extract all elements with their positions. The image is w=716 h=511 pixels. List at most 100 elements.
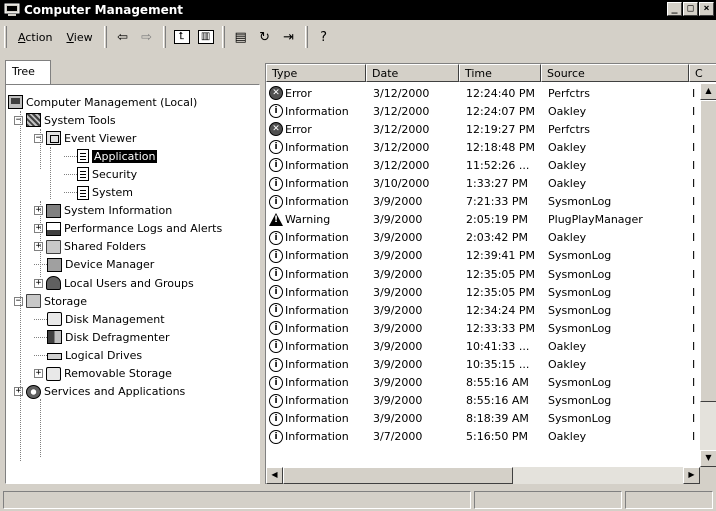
cell-time: 12:19:27 PM	[466, 122, 536, 136]
show-hide-tree-icon[interactable]: ▥	[196, 27, 216, 47]
column-header-source[interactable]: Source	[541, 64, 689, 82]
table-row[interactable]: Warning 3/9/2000 2:05:19 PM PlugPlayManager…	[266, 211, 700, 229]
table-row[interactable]: i Information 3/10/2000 1:33:27 PM Oakley I	[266, 175, 700, 193]
cell-source: Oakley	[548, 140, 587, 154]
cell-type: i Information	[266, 285, 366, 300]
collapse-icon[interactable]: −	[34, 133, 43, 143]
scroll-left-button[interactable]: ◀	[266, 467, 283, 484]
scroll-right-button[interactable]: ▶	[683, 467, 700, 484]
back-arrow-icon[interactable]: ⇦	[113, 27, 133, 47]
column-header-time[interactable]: Time	[459, 64, 541, 82]
tree-item-disk-management[interactable]: Disk Management	[34, 310, 165, 328]
help-icon[interactable]: ?	[314, 27, 334, 47]
table-row[interactable]: i Information 3/9/2000 12:33:33 PM SysmonLog…	[266, 319, 700, 337]
scroll-down-button[interactable]: ▼	[700, 450, 716, 467]
tree-item-removable-storage[interactable]: + Removable Storage	[34, 365, 172, 383]
collapse-icon[interactable]: −	[14, 115, 23, 125]
cell-date: 3/12/2000	[373, 122, 430, 136]
title-bar[interactable]: Computer Management _ □ ×	[0, 0, 716, 20]
table-row[interactable]: i Information 3/9/2000 12:39:41 PM SysmonLog…	[266, 247, 700, 265]
information-icon: i	[269, 429, 283, 444]
tree-item-services-and-applications[interactable]: + Services and Applications	[14, 383, 185, 401]
table-row[interactable]: i Information 3/12/2000 12:24:07 PM Oakley I	[266, 102, 700, 120]
expand-icon[interactable]: +	[14, 387, 23, 397]
expand-icon[interactable]: +	[34, 224, 43, 234]
cell-date: 3/9/2000	[373, 231, 423, 245]
tree-item-security[interactable]: Security	[64, 165, 137, 183]
cell-date: 3/9/2000	[373, 213, 423, 227]
tree-item-device-manager[interactable]: Device Manager	[34, 256, 154, 274]
export-list-icon[interactable]: ⇥	[279, 27, 299, 47]
table-row[interactable]: i Information 3/9/2000 7:21:33 PM SysmonLog I	[266, 193, 700, 211]
expand-icon[interactable]: +	[34, 242, 43, 252]
menu-action-rest: ction	[25, 30, 53, 44]
toolbar-grip[interactable]	[4, 26, 7, 48]
information-icon: i	[269, 140, 283, 155]
tree-item-computer-management-local[interactable]: Computer Management (Local)	[8, 93, 197, 111]
tree-item-system[interactable]: System	[64, 184, 133, 202]
table-row[interactable]: i Information 3/9/2000 8:55:16 AM SysmonLog I	[266, 392, 700, 410]
tree-item-shared-folders[interactable]: + Shared Folders	[34, 238, 146, 256]
table-row[interactable]: i Information 3/9/2000 2:03:42 PM Oakley I	[266, 229, 700, 247]
collapse-icon[interactable]: −	[14, 296, 23, 306]
column-header-category[interactable]: C	[689, 64, 716, 82]
cell-source: Oakley	[548, 158, 587, 172]
tree-item-label: Removable Storage	[64, 367, 172, 380]
expand-icon[interactable]: +	[34, 206, 43, 216]
tree-item-event-viewer[interactable]: − Event Viewer	[34, 129, 136, 147]
table-row[interactable]: ✕ Error 3/12/2000 12:24:40 PM Perfctrs I	[266, 84, 700, 102]
cell-date: 3/12/2000	[373, 140, 430, 154]
menu-view[interactable]: View	[59, 31, 99, 44]
tree-item-performance-logs-and-alerts[interactable]: + Performance Logs and Alerts	[34, 220, 222, 238]
tree-item-label: System	[92, 186, 134, 199]
menu-action[interactable]: Action	[11, 31, 59, 44]
tree-item-application[interactable]: Application	[64, 147, 158, 165]
table-row[interactable]: i Information 3/9/2000 12:35:05 PM SysmonLog…	[266, 265, 700, 283]
table-row[interactable]: i Information 3/9/2000 8:18:39 AM SysmonLog I	[266, 410, 700, 428]
table-row[interactable]: i Information 3/7/2000 5:16:50 PM Oakley I	[266, 428, 700, 446]
users-icon	[46, 276, 61, 290]
table-row[interactable]: i Information 3/9/2000 10:35:15 ... Oakley I	[266, 356, 700, 374]
status-panel-main	[3, 491, 471, 509]
properties-icon[interactable]: ▤	[231, 27, 251, 47]
tree-item-system-information[interactable]: + System Information	[34, 202, 172, 220]
vertical-scroll-thumb[interactable]	[700, 100, 716, 402]
horizontal-scrollbar[interactable]: ◀ ▶	[266, 467, 700, 484]
table-row[interactable]: i Information 3/9/2000 8:55:16 AM SysmonLog I	[266, 374, 700, 392]
toolbar-grip-2[interactable]	[103, 26, 107, 48]
up-folder-icon[interactable]: ⮤	[172, 27, 192, 47]
table-row[interactable]: i Information 3/9/2000 12:34:24 PM SysmonLog…	[266, 301, 700, 319]
maximize-button[interactable]: □	[683, 2, 698, 16]
minimize-button[interactable]: _	[667, 2, 682, 16]
tree-item-system-tools[interactable]: − System Tools	[14, 111, 116, 129]
table-row[interactable]: ✕ Error 3/12/2000 12:19:27 PM Perfctrs I	[266, 120, 700, 138]
expand-icon[interactable]: +	[34, 278, 43, 288]
table-row[interactable]: i Information 3/9/2000 12:35:05 PM SysmonLog…	[266, 283, 700, 301]
vertical-scrollbar[interactable]: ▲ ▼	[700, 83, 716, 467]
cell-type: i Information	[266, 158, 366, 173]
horizontal-scroll-thumb[interactable]	[283, 467, 513, 484]
tree-item-storage[interactable]: − Storage	[14, 292, 87, 310]
column-header-date[interactable]: Date	[366, 64, 459, 82]
expand-icon[interactable]: +	[34, 369, 43, 378]
tree-item-label: Disk Management	[65, 312, 165, 326]
tree-item-disk-defragmenter[interactable]: Disk Defragmenter	[34, 328, 170, 346]
table-row[interactable]: i Information 3/12/2000 11:52:26 ... Oakley I	[266, 156, 700, 174]
log-icon	[77, 149, 89, 164]
cell-source: Oakley	[548, 339, 587, 353]
tree-item-label: Services and Applications	[44, 385, 186, 399]
column-header-type[interactable]: Type	[266, 64, 366, 82]
close-button[interactable]: ×	[699, 2, 714, 16]
tree-item-logical-drives[interactable]: Logical Drives	[34, 346, 142, 364]
information-icon: i	[269, 375, 283, 390]
scroll-up-button[interactable]: ▲	[700, 83, 716, 100]
refresh-icon[interactable]: ↻	[255, 27, 275, 47]
information-icon: i	[269, 357, 283, 372]
cell-time: 2:05:19 PM	[466, 213, 529, 227]
tree-tab[interactable]: Tree	[5, 60, 51, 84]
table-row[interactable]: i Information 3/9/2000 10:41:33 ... Oakley I	[266, 337, 700, 355]
cell-time: 12:39:41 PM	[466, 249, 536, 263]
forward-arrow-icon[interactable]: ⇨	[137, 27, 157, 47]
table-row[interactable]: i Information 3/12/2000 12:18:48 PM Oakley I	[266, 138, 700, 156]
tree-item-local-users-and-groups[interactable]: + Local Users and Groups	[34, 274, 194, 292]
